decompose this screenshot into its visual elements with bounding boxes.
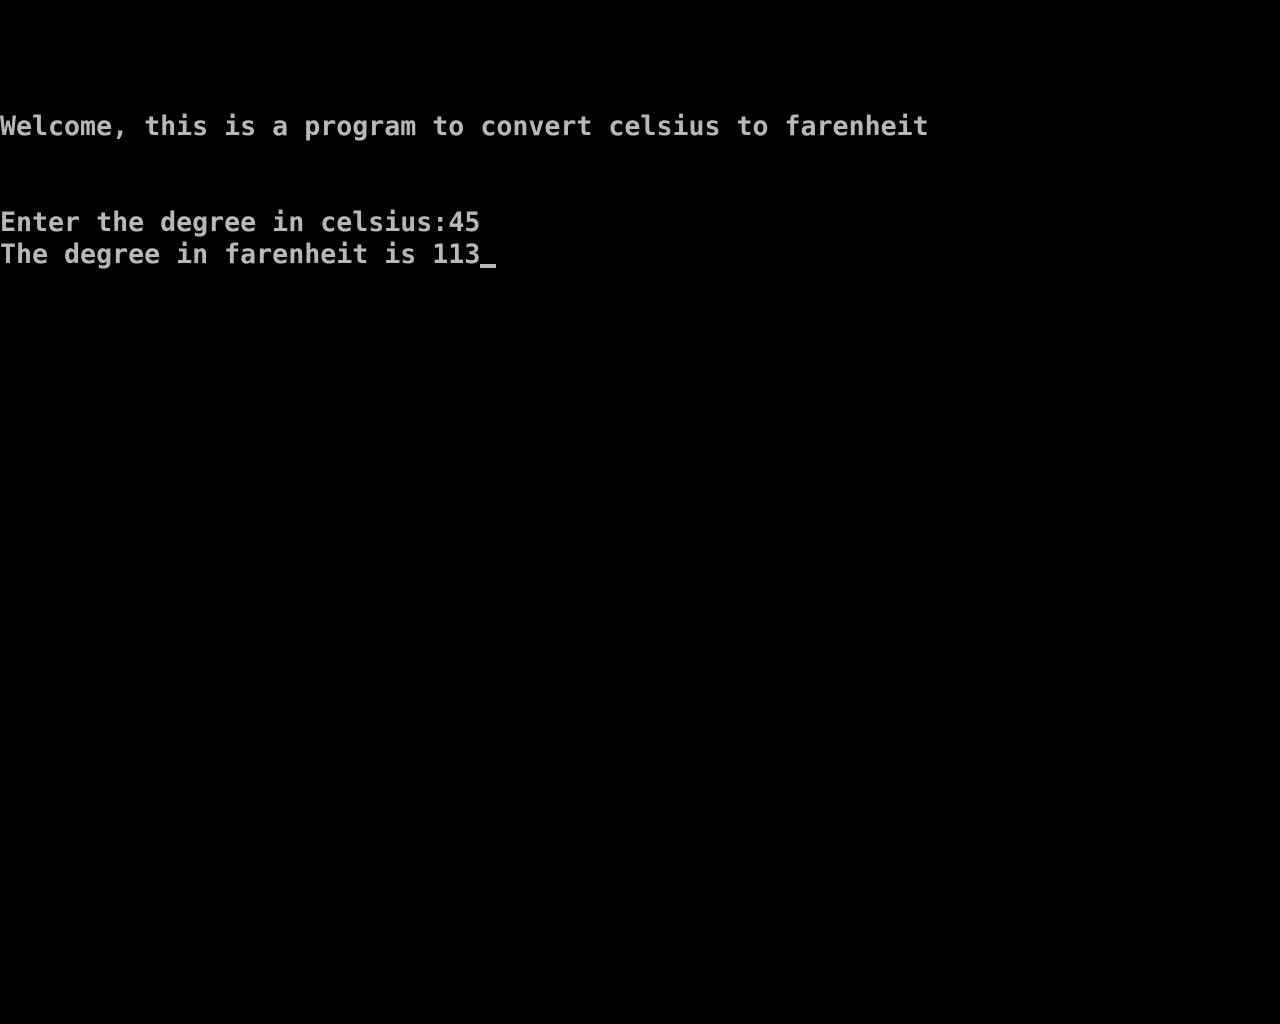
result-label: The degree in farenheit is: [0, 239, 433, 270]
prompt-line: Enter the degree in celsius:45: [0, 207, 480, 239]
result-value: 113: [432, 239, 481, 270]
prompt-label: Enter the degree in celsius:: [0, 207, 449, 238]
text-cursor: [480, 264, 497, 268]
welcome-line: Welcome, this is a program to convert ce…: [0, 111, 929, 142]
prompt-input-value: 45: [448, 207, 481, 238]
result-line: The degree in farenheit is 113: [0, 239, 497, 271]
